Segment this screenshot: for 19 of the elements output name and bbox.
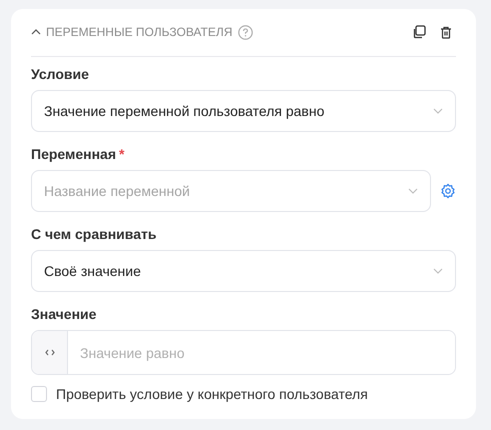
trash-icon[interactable]	[440, 26, 452, 38]
code-icon	[44, 349, 54, 356]
input-field[interactable]: Значение равно	[31, 330, 456, 375]
select-field[interactable]: Значение переменной пользователя равно	[31, 90, 456, 132]
chevron-down-icon	[433, 268, 443, 274]
field-label: Значение	[31, 306, 96, 322]
field-label: Переменная	[31, 146, 116, 162]
chevron-down-icon	[408, 188, 418, 194]
section-title: ПЕРЕМЕННЫЕ ПОЛЬЗОВАТЕЛЯ	[46, 25, 232, 39]
copy-icon[interactable]	[412, 25, 426, 39]
checkbox-label: Проверить условие у конкретного пользователя	[56, 386, 368, 402]
select-field[interactable]: Своё значение	[31, 250, 456, 292]
field-label: С чем сравнивать	[31, 226, 156, 242]
chevron-down-icon	[433, 108, 443, 114]
checkbox[interactable]	[31, 386, 47, 402]
settings-icon[interactable]	[440, 183, 456, 199]
chevron-icon[interactable]	[31, 29, 41, 35]
field-label: Условие	[31, 66, 89, 82]
required-mark: *	[119, 146, 124, 162]
